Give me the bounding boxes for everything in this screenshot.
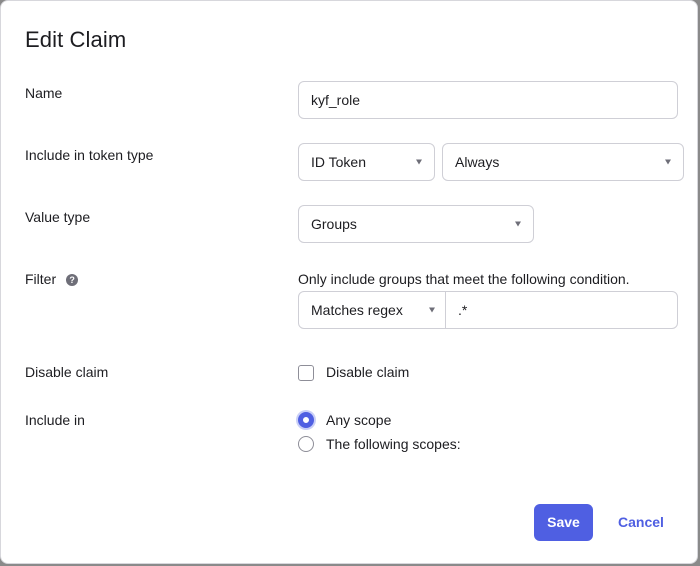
name-label: Name bbox=[25, 85, 63, 101]
chevron-down-icon bbox=[515, 221, 521, 227]
token-when-select[interactable]: Always bbox=[442, 143, 684, 181]
token-type-label: Include in token type bbox=[25, 147, 154, 163]
value-type-select[interactable]: Groups bbox=[298, 205, 534, 243]
value-type-label: Value type bbox=[25, 209, 91, 225]
filter-label-text: Filter bbox=[25, 271, 57, 287]
dialog-title: Edit Claim bbox=[25, 27, 127, 52]
include-in-label: Include in bbox=[25, 412, 85, 428]
any-scope-radio[interactable] bbox=[298, 412, 314, 428]
filter-operator-select[interactable]: Matches regex bbox=[298, 291, 446, 329]
following-scopes-radio[interactable] bbox=[298, 436, 314, 452]
save-button[interactable]: Save bbox=[534, 504, 593, 541]
any-scope-label[interactable]: Any scope bbox=[326, 412, 391, 428]
chevron-down-icon bbox=[665, 159, 671, 165]
disable-claim-checkbox-label[interactable]: Disable claim bbox=[326, 364, 409, 380]
value-type-value: Groups bbox=[311, 216, 357, 232]
chevron-down-icon bbox=[429, 307, 435, 313]
disable-claim-label: Disable claim bbox=[25, 364, 109, 380]
filter-operator-value: Matches regex bbox=[311, 302, 403, 318]
following-scopes-label[interactable]: The following scopes: bbox=[326, 436, 461, 452]
name-input[interactable]: kyf_role bbox=[298, 81, 678, 119]
filter-label: Filter? bbox=[25, 271, 79, 287]
filter-hint: Only include groups that meet the follow… bbox=[298, 271, 630, 287]
token-type-value: ID Token bbox=[311, 154, 366, 170]
filter-pattern-value: .* bbox=[458, 302, 468, 318]
token-when-value: Always bbox=[455, 154, 500, 170]
name-input-value: kyf_role bbox=[311, 92, 361, 108]
chevron-down-icon bbox=[416, 159, 422, 165]
help-icon[interactable]: ? bbox=[66, 274, 79, 286]
disable-claim-checkbox[interactable] bbox=[298, 365, 314, 381]
token-type-select[interactable]: ID Token bbox=[298, 143, 435, 181]
edit-claim-dialog: Edit Claim Name kyf_role Include in toke… bbox=[0, 0, 698, 564]
cancel-button[interactable]: Cancel bbox=[611, 504, 671, 541]
filter-pattern-input[interactable]: .* bbox=[445, 291, 678, 329]
